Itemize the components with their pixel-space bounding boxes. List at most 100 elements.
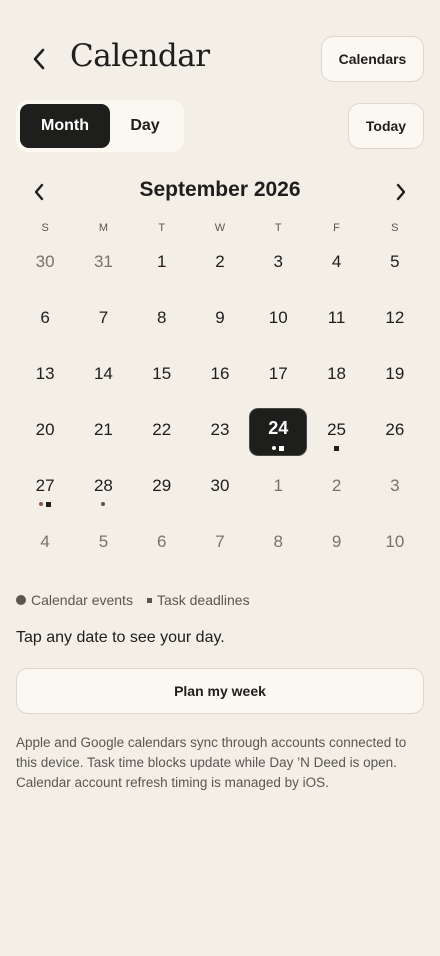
day-number: 20 [35,420,55,439]
weekday-label: T [158,222,166,234]
day-cell[interactable]: 15 [133,348,191,404]
task-deadline-marker-icon [46,501,52,507]
weekday-label: W [214,222,226,234]
day-markers [307,445,365,451]
day-cell-selected[interactable]: 24 [249,404,308,460]
day-cell[interactable]: 8 [249,516,307,572]
day-number: 23 [210,420,230,439]
day-cell[interactable]: 12 [366,292,424,348]
day-cell[interactable]: 2 [307,460,365,516]
day-view-tab[interactable]: Day [110,104,180,148]
day-cell[interactable]: 27 [16,460,74,516]
weekday-header: S M T W T F S [16,222,424,234]
day-cell[interactable]: 30 [191,460,249,516]
day-number: 21 [93,420,113,439]
day-cell[interactable]: 29 [133,460,191,516]
legend-events-label: Calendar events [31,592,133,608]
day-cell[interactable]: 25 [307,404,365,460]
day-number: 12 [385,308,405,327]
day-cell[interactable]: 10 [249,292,307,348]
day-cell[interactable]: 5 [74,516,132,572]
day-number: 15 [152,364,172,383]
day-cell[interactable]: 22 [133,404,191,460]
legend: Calendar events Task deadlines [16,592,250,608]
day-cell[interactable]: 8 [133,292,191,348]
calendars-button[interactable]: Calendars [321,36,424,82]
task-deadline-marker-icon [279,445,285,451]
day-cell[interactable]: 30 [16,236,74,292]
day-number: 13 [35,364,55,383]
day-number: 28 [93,476,113,495]
day-cell[interactable]: 5 [366,236,424,292]
day-number: 6 [156,532,167,551]
task-square-icon [146,597,152,603]
day-number: 4 [40,532,50,551]
day-cell[interactable]: 11 [307,292,365,348]
back-button[interactable] [22,40,56,78]
week-row: 20 21 22 23 24 25 26 [16,404,424,460]
week-row: 27 28 29 30 1 2 3 [16,460,424,516]
day-cell[interactable]: 26 [366,404,424,460]
day-cell[interactable]: 9 [307,516,365,572]
day-cell[interactable]: 17 [249,348,307,404]
day-cell[interactable]: 3 [249,236,307,292]
day-cell[interactable]: 7 [191,516,249,572]
day-number: 30 [35,252,55,271]
day-cell[interactable]: 31 [74,236,132,292]
chevron-right-icon [396,183,406,201]
day-cell[interactable]: 16 [191,348,249,404]
day-cell[interactable]: 13 [16,348,74,404]
chevron-left-icon [34,183,44,201]
view-toggle: Month Day [16,100,184,152]
day-number: 8 [273,532,283,551]
day-cell[interactable]: 4 [307,236,365,292]
day-cell[interactable]: 2 [191,236,249,292]
day-number: 1 [156,252,167,271]
day-cell[interactable]: 7 [74,292,132,348]
day-cell[interactable]: 10 [366,516,424,572]
day-number: 18 [327,364,346,383]
day-number: 25 [327,420,346,439]
day-number: 9 [215,308,225,327]
day-number: 14 [93,364,113,383]
day-cell[interactable]: 14 [74,348,132,404]
day-cell[interactable]: 6 [133,516,191,572]
day-cell[interactable]: 6 [16,292,74,348]
day-markers [16,501,74,507]
day-cell[interactable]: 20 [16,404,74,460]
today-button[interactable]: Today [348,103,424,149]
day-cell[interactable]: 28 [74,460,132,516]
day-number: 7 [215,532,225,551]
sync-footnote: Apple and Google calendars sync through … [16,735,407,790]
day-number: 3 [390,476,400,495]
calendar-event-marker-icon [39,502,44,506]
day-number: 17 [268,364,288,383]
day-cell[interactable]: 23 [191,404,249,460]
day-cell[interactable]: 1 [249,460,307,516]
day-number: 7 [98,308,109,327]
day-number: 5 [98,532,109,551]
day-cell[interactable]: 1 [133,236,191,292]
next-month-button[interactable] [386,177,416,207]
weekday-label: F [333,222,340,234]
previous-month-button[interactable] [24,177,54,207]
weekday-label: T [274,222,282,234]
day-cell[interactable]: 9 [191,292,249,348]
day-number: 6 [40,308,50,327]
calendar-event-marker-icon [101,502,106,506]
day-cell[interactable]: 3 [366,460,424,516]
day-cell[interactable]: 18 [307,348,365,404]
month-view-tab[interactable]: Month [20,104,110,148]
task-deadline-marker-icon [334,445,340,451]
calendar-event-marker-icon [272,446,277,450]
day-number: 5 [390,252,400,271]
month-title: September 2026 [139,178,301,201]
day-markers [74,502,132,506]
day-number: 30 [210,476,230,495]
day-number: 31 [93,252,113,271]
plan-week-button[interactable]: Plan my week [16,668,424,714]
day-cell[interactable]: 21 [74,404,132,460]
day-cell[interactable]: 4 [16,516,74,572]
day-cell[interactable]: 19 [366,348,424,404]
day-number: 9 [331,532,342,551]
